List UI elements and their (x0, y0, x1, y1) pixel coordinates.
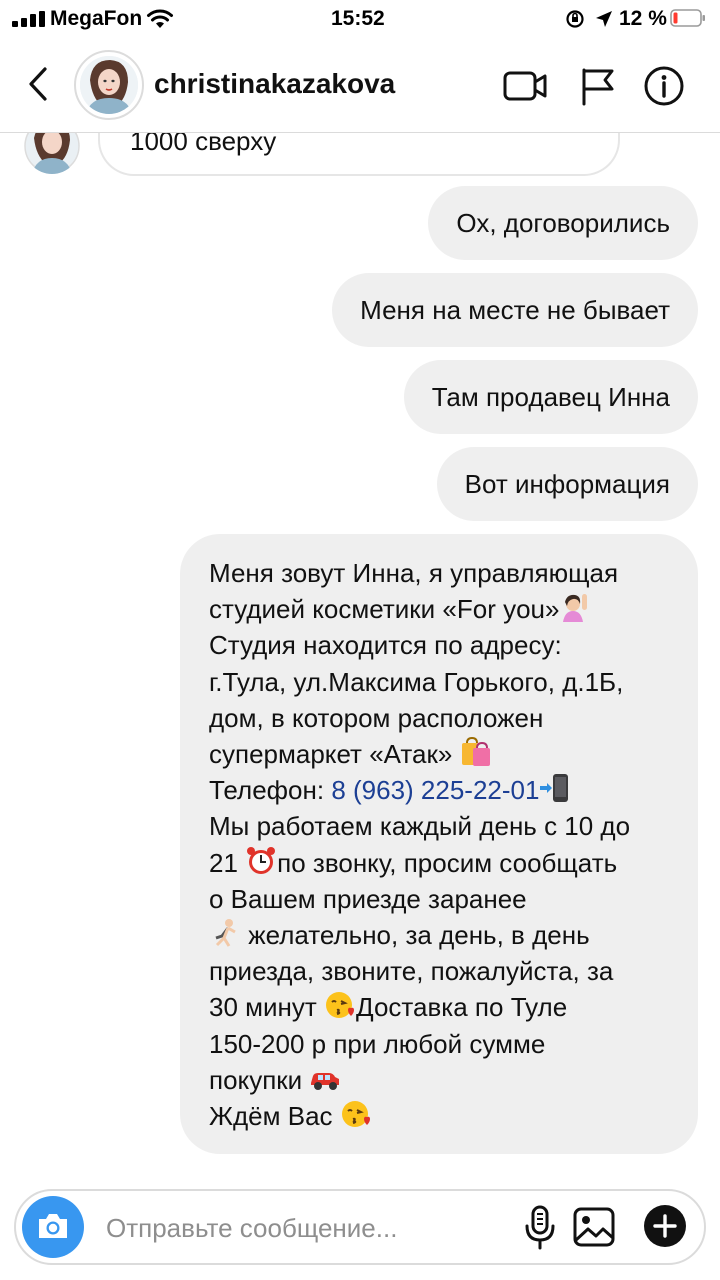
add-plus-icon[interactable] (642, 1203, 688, 1249)
info-line: 30 минут Доставка по Туле (209, 992, 568, 1023)
chat-username[interactable]: christinakazakova (154, 68, 395, 100)
info-line: приезда, звоните, пожалуйста, за (209, 956, 614, 987)
info-line: студией косметики «For you» (209, 591, 670, 627)
gallery-icon[interactable] (572, 1205, 618, 1251)
woman-raising-hand-emoji-icon (563, 594, 588, 623)
carrier-name: MegaFon (50, 7, 143, 30)
cellular-signal-icon (12, 11, 46, 27)
message-text: Там продавец Инна (431, 382, 670, 412)
outgoing-message-bubble[interactable]: Ох, договорились (428, 186, 698, 260)
wifi-icon (147, 9, 173, 28)
mobile-phone-arrow-emoji-icon (540, 774, 569, 803)
clock: 15:52 (331, 7, 385, 30)
info-line: желательно, за день, в день (209, 917, 670, 953)
info-line: о Вашем приезде заранее (209, 883, 527, 914)
outgoing-message-bubble[interactable]: Меня на месте не бывает (332, 273, 698, 347)
battery-percent: 12 % (619, 7, 667, 30)
instagram-direct-screen: MegaFon 15:52 12 % 1000 сверху Ох, догов… (0, 0, 720, 1280)
profile-avatar[interactable] (74, 50, 144, 120)
status-bar: MegaFon 15:52 12 % (0, 0, 720, 40)
info-line: 21 по звонку, просим сообщать (209, 846, 618, 878)
phone-number-link[interactable]: 8 (963) 225-22-01 (331, 775, 539, 805)
info-line: супермаркет «Атак» (209, 736, 670, 772)
message-text: Меня на месте не бывает (360, 295, 670, 325)
info-message-bubble[interactable]: Меня зовут Инна, я управляющая студией к… (180, 534, 698, 1155)
camera-button[interactable] (22, 1196, 84, 1258)
info-line: Телефон: 8 (963) 225-22-01 (209, 772, 670, 808)
face-blowing-kiss-emoji-icon (326, 992, 355, 1019)
video-call-icon[interactable] (502, 66, 548, 106)
outgoing-message-bubble[interactable]: Там продавец Инна (403, 360, 698, 434)
info-line: Мы работаем каждый день с 10 до (209, 811, 631, 842)
location-arrow-icon (596, 11, 612, 27)
info-line: г.Тула, ул.Максима Горького, д.1Б, (209, 666, 624, 697)
microphone-icon[interactable] (520, 1205, 560, 1251)
message-text: Вот информация (464, 469, 670, 499)
alarm-clock-emoji-icon (247, 846, 276, 874)
message-text: Ох, договорились (456, 208, 670, 238)
back-icon[interactable] (24, 64, 54, 104)
message-composer (14, 1189, 706, 1265)
red-car-emoji-icon (311, 1072, 340, 1090)
woman-running-emoji-icon (215, 919, 236, 947)
shopping-bags-emoji-icon (461, 737, 490, 767)
message-thread[interactable]: 1000 сверху Ох, договорились Меня на мес… (0, 40, 720, 1180)
message-input[interactable] (106, 1209, 496, 1247)
outgoing-message-bubble[interactable]: Вот информация (436, 447, 698, 521)
face-blowing-kiss-emoji-icon (341, 1101, 370, 1128)
info-line: Студия находится по адресу: (209, 630, 562, 661)
battery-icon (670, 9, 705, 27)
flag-icon[interactable] (576, 66, 622, 106)
avatar-image (80, 56, 138, 114)
chat-header: christinakazakova (0, 40, 720, 133)
info-line: Меня зовут Инна, я управляющая (209, 558, 619, 588)
camera-icon (39, 1214, 67, 1238)
orientation-lock-icon (566, 10, 584, 28)
info-line: дом, в котором расположен (209, 702, 544, 733)
info-line: 150-200 р при любой сумме (209, 1028, 546, 1059)
info-line: Ждём Вас (209, 1098, 670, 1134)
info-icon[interactable] (642, 66, 688, 106)
info-line: покупки (209, 1062, 670, 1098)
